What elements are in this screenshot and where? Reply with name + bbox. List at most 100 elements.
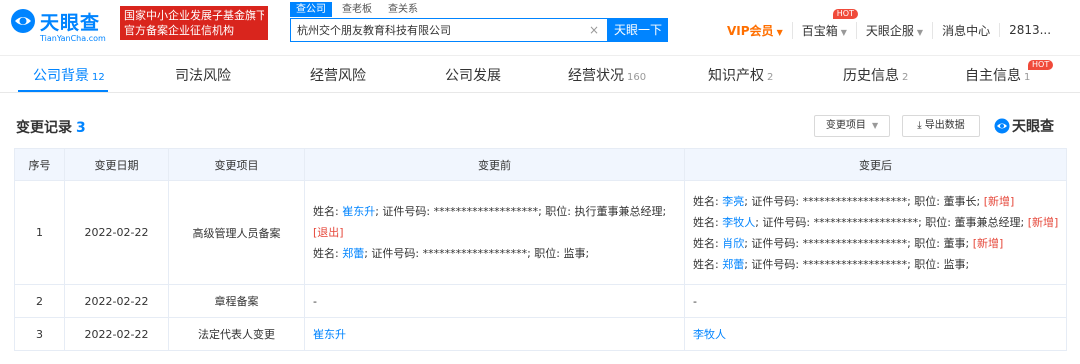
search-tab-company[interactable]: 查公司 <box>290 2 332 17</box>
brand-watermark: 天眼查 <box>994 116 1054 136</box>
clear-icon[interactable]: × <box>589 23 599 37</box>
message-center-link[interactable]: 消息中心 <box>932 21 999 39</box>
person-link[interactable]: 肖欣 <box>722 237 744 250</box>
col-date: 变更日期 <box>64 148 169 181</box>
person-link[interactable]: 李牧人 <box>722 216 755 229</box>
name-prefix: 姓名: <box>693 257 723 271</box>
row-index: 3 <box>14 317 65 351</box>
new-tag: [新增] <box>972 236 1004 250</box>
table-header-row: 序号 变更日期 变更项目 变更前 变更后 <box>14 148 1067 181</box>
tab-intellectual-property[interactable]: 知识产权 2 <box>708 65 773 85</box>
caret-down-icon: ▼ <box>916 27 924 37</box>
tab-company-background[interactable]: 公司背景 12 <box>33 65 105 85</box>
export-data-button[interactable]: ⤓ 导出数据 <box>902 115 980 137</box>
tab-label: 公司背景 <box>33 68 89 84</box>
enterprise-service-menu[interactable]: 天眼企服 ▼ <box>855 21 932 39</box>
banner-line-1: 国家中小企业发展子基金旗下 <box>124 9 264 22</box>
person-line: 姓名: 郑蕾; 证件号码: *******************; 职位: 监… <box>313 243 676 264</box>
tab-label: 历史信息 <box>843 68 899 84</box>
user-menu[interactable]: 2813... <box>999 23 1060 37</box>
row-item: 章程备案 <box>168 284 305 318</box>
row-after: 姓名: 李亮; 证件号码: *******************; 职位: 董… <box>684 180 1067 285</box>
col-index: 序号 <box>14 148 65 181</box>
legal-rep-before-link[interactable]: 崔东升 <box>313 328 346 341</box>
name-prefix: 姓名: <box>313 205 343 218</box>
person-line: 姓名: 肖欣; 证件号码: *******************; 职位: 董… <box>693 233 1058 254</box>
tab-operation-status[interactable]: 经营状况 160 <box>568 65 646 85</box>
col-item: 变更项目 <box>168 148 305 181</box>
col-before: 变更前 <box>304 148 685 181</box>
official-banner[interactable]: 国家中小企业发展子基金旗下 官方备案企业征信机构 <box>120 6 268 40</box>
row-before: 崔东升 <box>304 317 685 351</box>
row-index: 2 <box>14 284 65 318</box>
tab-count: 2 <box>902 72 909 83</box>
vip-menu[interactable]: VIP会员 ▼ <box>718 22 792 39</box>
person-link[interactable]: 崔东升 <box>342 205 375 218</box>
person-line: 姓名: 郑蕾; 证件号码: *******************; 职位: 监… <box>693 254 1058 275</box>
section-count: 3 <box>76 120 86 136</box>
hot-badge: HOT <box>832 8 858 19</box>
logo-eye-icon <box>11 9 35 33</box>
row-after: - <box>684 284 1067 318</box>
caret-down-icon: ▼ <box>840 27 847 37</box>
search-input[interactable] <box>291 19 587 41</box>
company-tabs: 公司背景 12 司法风险 经营风险 公司发展 经营状况 160 知识产权 2 历史信息… <box>0 57 1080 93</box>
tab-operation-risk[interactable]: 经营风险 <box>310 65 366 85</box>
banner-line-2: 官方备案企业征信机构 <box>124 24 234 37</box>
tab-history-info[interactable]: 历史信息 2 <box>843 65 908 85</box>
person-detail: ; 证件号码: *******************; 职位: 执行董事兼总经… <box>375 205 667 218</box>
section-title-text: 变更记录 <box>16 120 72 136</box>
person-line: 姓名: 李牧人; 证件号码: *******************; 职位: … <box>693 212 1058 233</box>
search-tab-boss[interactable]: 查老板 <box>336 2 378 17</box>
row-item: 高级管理人员备案 <box>168 180 305 285</box>
user-label: 2813... <box>1009 23 1052 37</box>
name-prefix: 姓名: <box>693 194 723 208</box>
person-detail: ; 证件号码: *******************; 职位: 董事长; <box>744 194 981 208</box>
tab-self-info[interactable]: 自主信息 1 <box>965 65 1030 85</box>
person-link[interactable]: 郑蕾 <box>342 247 364 260</box>
filter-label: 变更项目 <box>825 120 866 131</box>
tab-label: 经营风险 <box>310 68 366 84</box>
logo-text: 天眼查 <box>40 12 101 34</box>
name-prefix: 姓名: <box>693 215 723 229</box>
section-title: 变更记录 3 <box>16 117 86 137</box>
person-line: 姓名: 李亮; 证件号码: *******************; 职位: 董… <box>693 191 1058 212</box>
search-button[interactable]: 天眼一下 <box>608 18 668 42</box>
export-label: 导出数据 <box>924 120 965 131</box>
tab-count: 1 <box>1024 72 1031 83</box>
hot-badge: HOT <box>1028 60 1054 70</box>
tab-label: 公司发展 <box>445 68 501 84</box>
tab-label: 知识产权 <box>708 68 764 84</box>
top-header: 天眼查 TianYanCha.com 国家中小企业发展子基金旗下 官方备案企业征… <box>0 0 1080 56</box>
table-row: 3 2022-02-22 法定代表人变更 崔东升 李牧人 <box>14 317 1067 351</box>
person-link[interactable]: 李亮 <box>722 195 744 208</box>
tab-judicial-risk[interactable]: 司法风险 <box>175 65 231 85</box>
legal-rep-after-link[interactable]: 李牧人 <box>693 328 726 341</box>
search-tab-relation[interactable]: 查关系 <box>382 2 424 17</box>
active-tab-indicator <box>18 90 108 92</box>
row-after: 李牧人 <box>684 317 1067 351</box>
treasure-menu[interactable]: 百宝箱 ▼ HOT <box>791 8 858 39</box>
enterprise-label: 天眼企服 <box>865 23 914 38</box>
tab-count: 160 <box>627 72 647 83</box>
search-type-tabs: 查公司 查老板 查关系 <box>290 2 424 18</box>
row-date: 2022-02-22 <box>64 317 169 351</box>
person-detail: ; 证件号码: *******************; 职位: 监事; <box>364 247 590 260</box>
person-link[interactable]: 郑蕾 <box>722 258 744 271</box>
new-tag: [新增] <box>983 194 1015 208</box>
table-row: 1 2022-02-22 高级管理人员备案 姓名: 崔东升; 证件号码: ***… <box>14 180 1067 285</box>
tab-label: 自主信息 <box>965 68 1021 84</box>
tianyancha-logo[interactable]: 天眼查 TianYanCha.com <box>10 6 118 46</box>
tab-company-development[interactable]: 公司发展 <box>445 65 501 85</box>
person-detail: ; 证件号码: *******************; 职位: 董事; <box>744 236 970 250</box>
search-box: × <box>290 18 608 42</box>
person-line: [退出] <box>313 222 676 243</box>
brand-text: 天眼查 <box>1012 119 1054 135</box>
person-line: 姓名: 崔东升; 证件号码: *******************; 职位: … <box>313 201 676 222</box>
exit-tag: [退出] <box>313 226 344 239</box>
logo-domain: TianYanCha.com <box>40 34 106 43</box>
row-before: 姓名: 崔东升; 证件号码: *******************; 职位: … <box>304 180 685 285</box>
vip-label: VIP会员 <box>727 23 774 38</box>
change-item-filter[interactable]: 变更项目 ▼ <box>814 115 890 137</box>
row-date: 2022-02-22 <box>64 180 169 285</box>
